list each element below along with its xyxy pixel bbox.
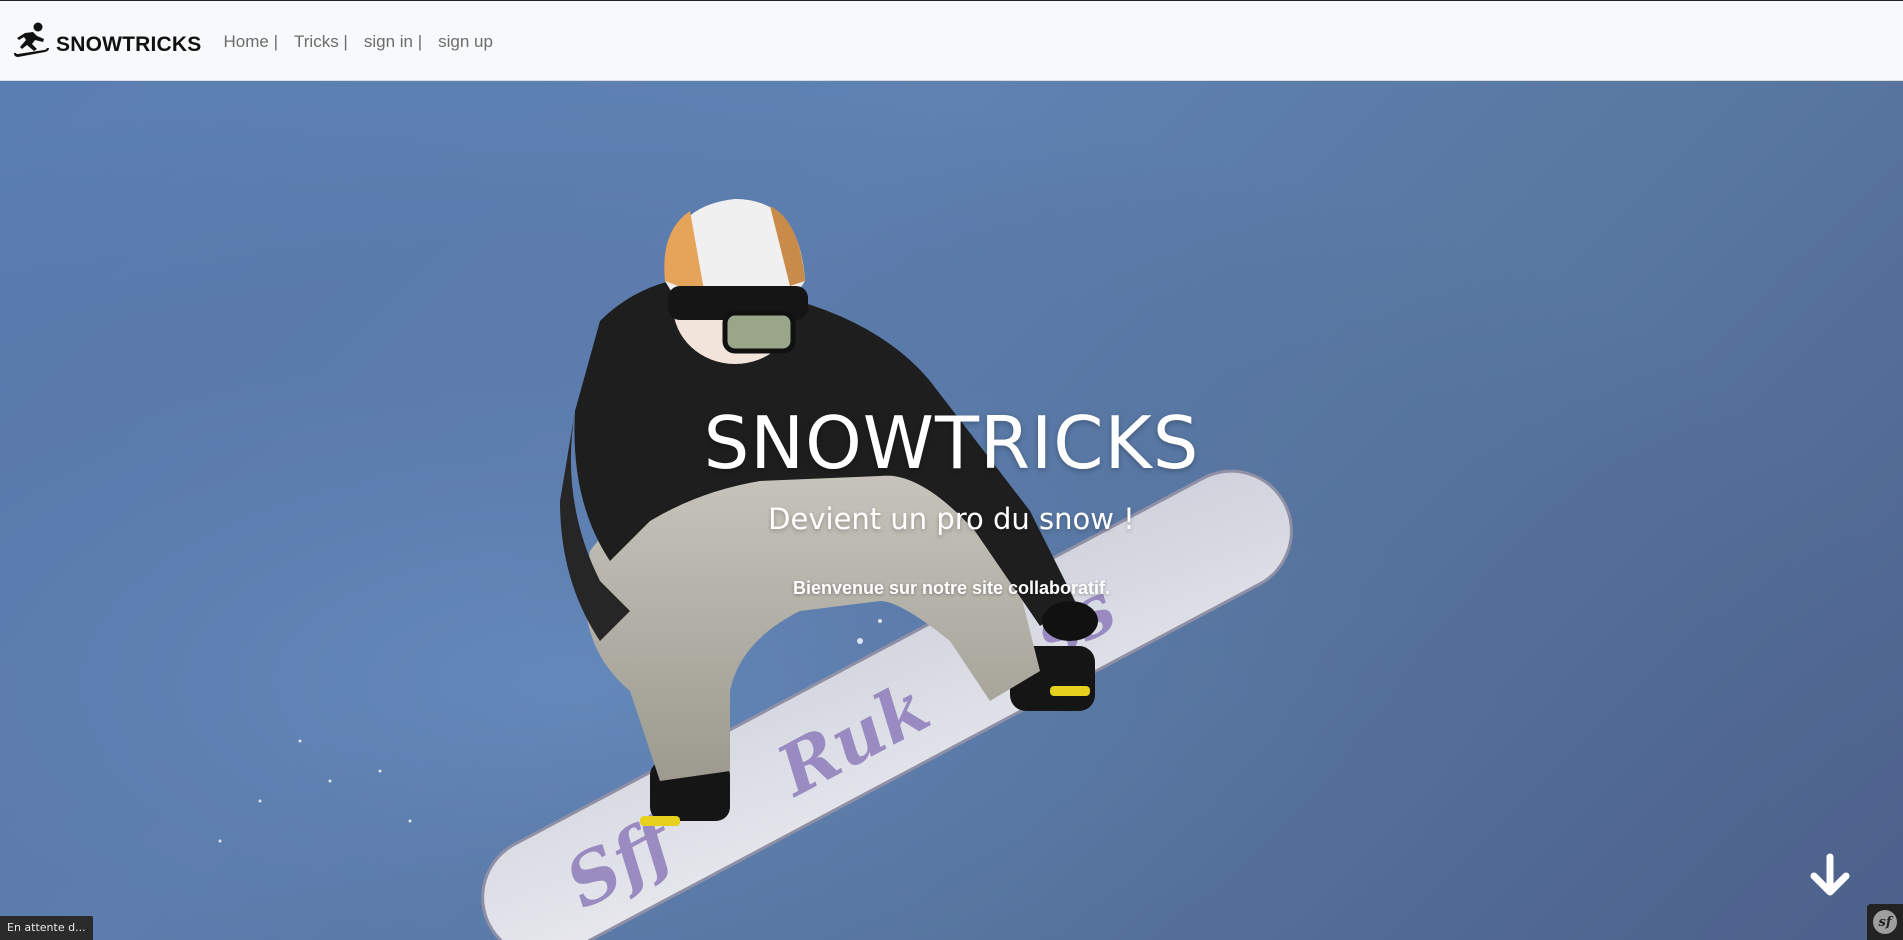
browser-status-bar: En attente d...: [0, 916, 93, 940]
nav-link-sign-up[interactable]: sign up: [438, 32, 493, 52]
arrow-down-icon[interactable]: [1807, 853, 1853, 899]
nav-link-tricks[interactable]: Tricks |: [294, 32, 348, 52]
snowboarder-icon: [11, 20, 53, 62]
hero-content: SNOWTRICKS Devient un pro du snow ! Bien…: [0, 81, 1903, 940]
hero-subtitle: Devient un pro du snow !: [768, 502, 1135, 536]
brand-logo-link[interactable]: SNOWTRICKS: [11, 20, 202, 62]
nav-link-home[interactable]: Home |: [224, 32, 279, 52]
symfony-debug-toolbar-toggle[interactable]: sf: [1867, 904, 1903, 940]
hero-welcome-text: Bienvenue sur notre site collaboratif.: [792, 578, 1111, 598]
brand-name: SNOWTRICKS: [56, 32, 202, 56]
nav-links: Home | Tricks | sign in | sign up: [224, 32, 509, 52]
top-navbar: SNOWTRICKS Home | Tricks | sign in | sig…: [0, 0, 1903, 81]
hero-section: Sff Ruk ss SNOWTRICKS Devient un pro du …: [0, 81, 1903, 940]
nav-link-sign-in[interactable]: sign in |: [364, 32, 422, 52]
symfony-logo-icon: sf: [1873, 910, 1897, 934]
hero-title: SNOWTRICKS: [703, 401, 1200, 485]
